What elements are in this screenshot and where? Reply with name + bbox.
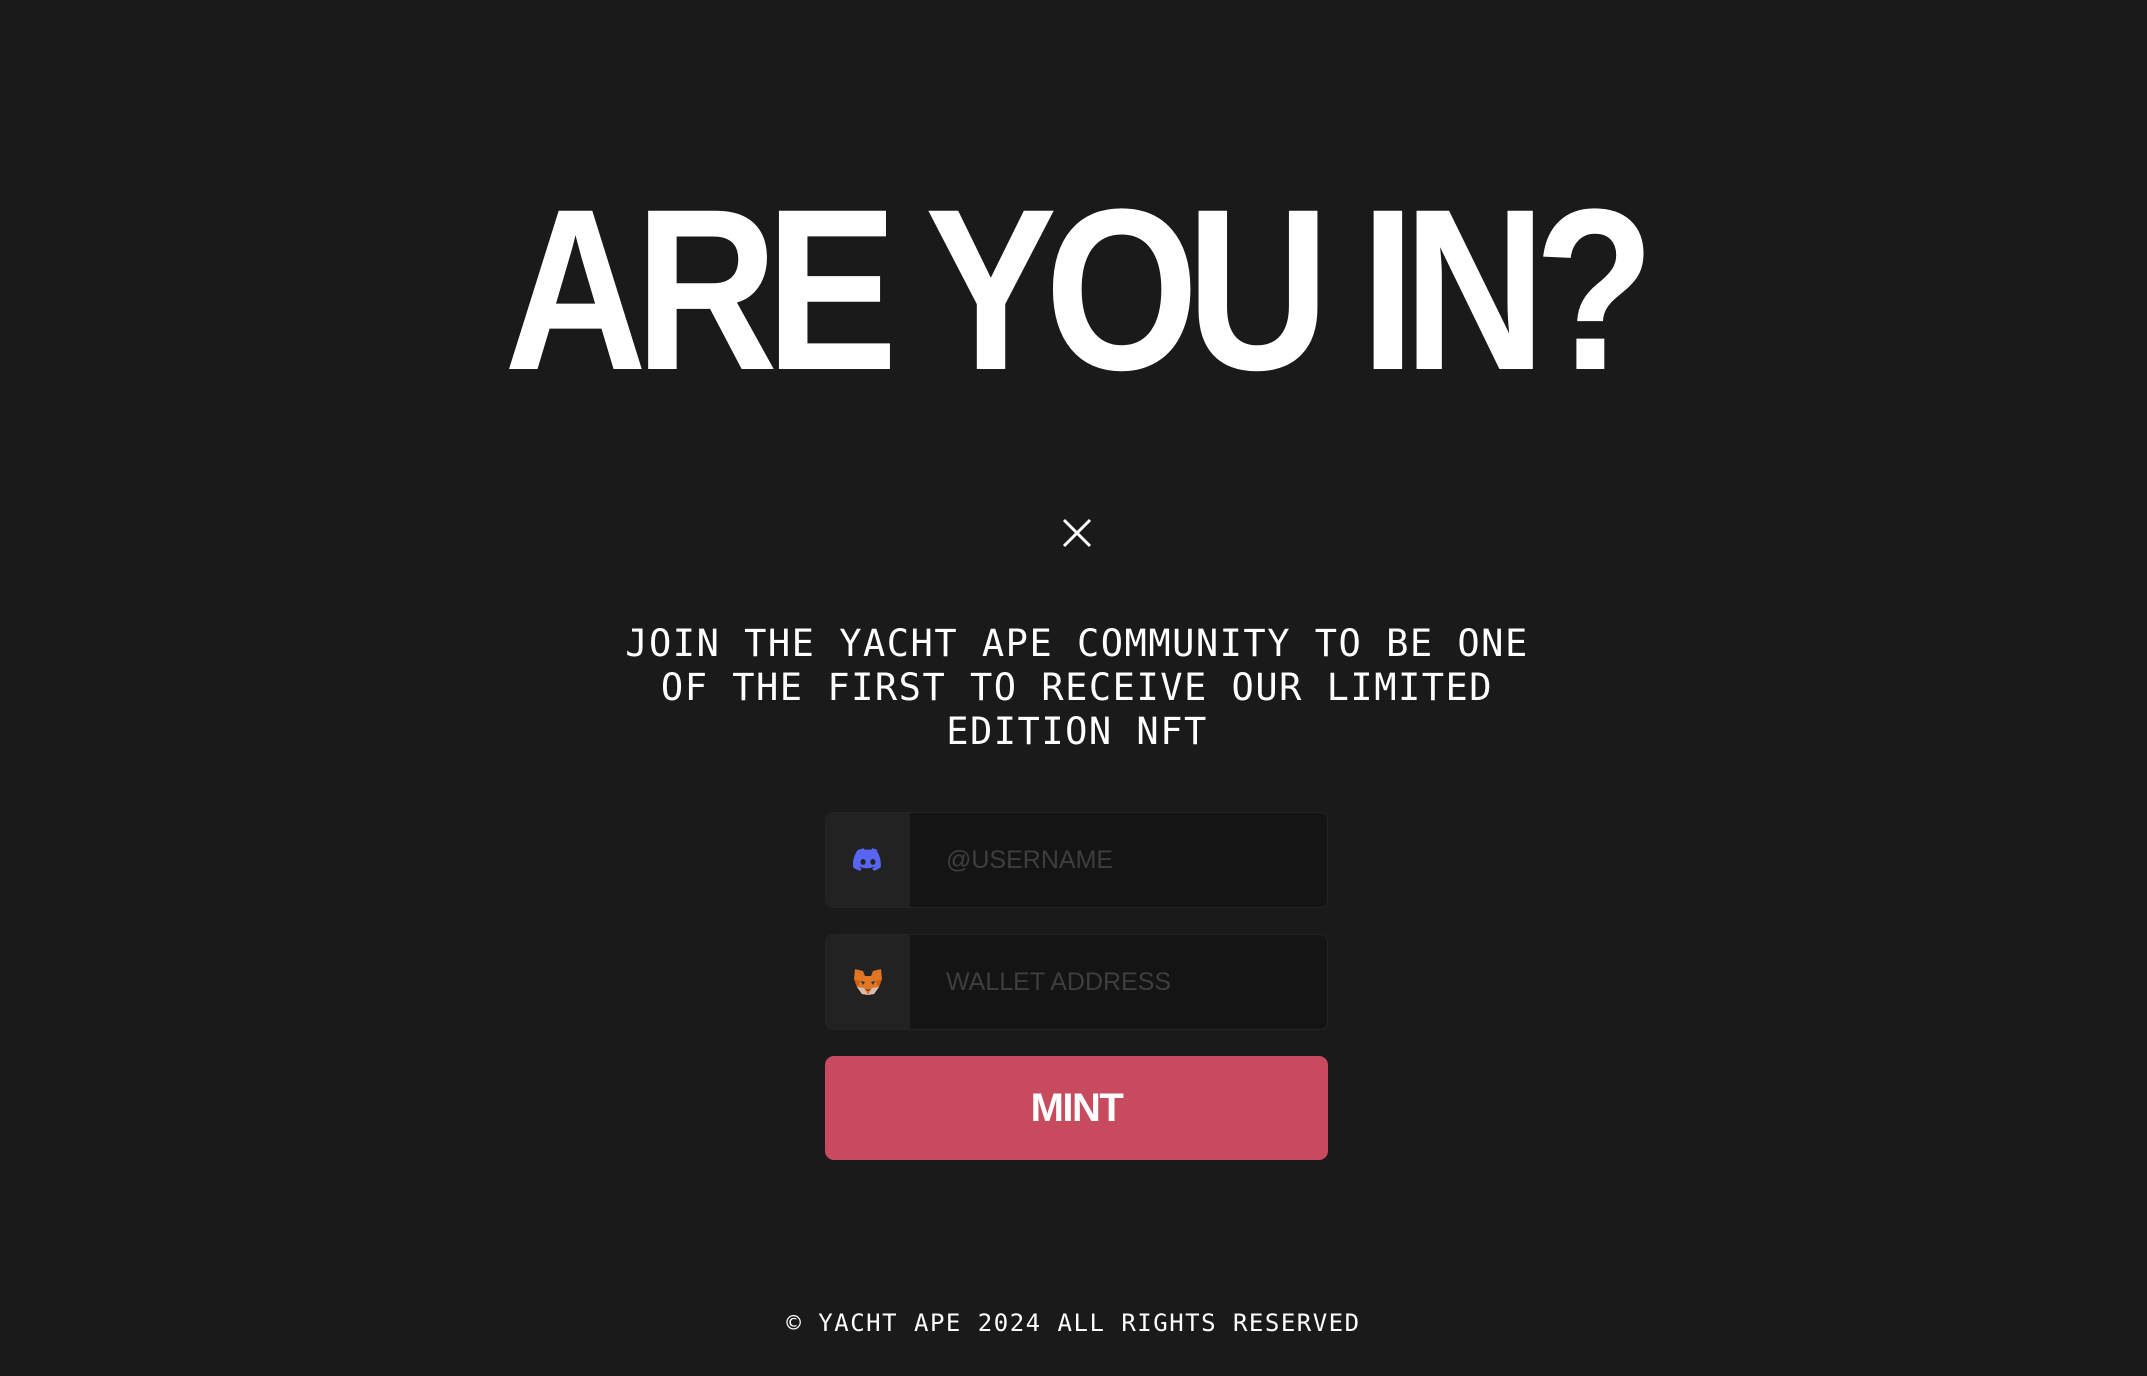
page-headline: ARE YOU IN? <box>504 161 1655 418</box>
discord-icon-container <box>826 813 910 907</box>
wallet-field <box>825 934 1328 1030</box>
metamask-icon-container <box>826 935 910 1029</box>
wallet-address-input[interactable] <box>910 935 1327 1029</box>
metamask-fox-icon <box>854 969 882 995</box>
discord-icon <box>853 848 881 871</box>
footer-copyright: © YACHT APE 2024 ALL RIGHTS RESERVED <box>786 1309 1361 1337</box>
username-field <box>825 812 1328 908</box>
tagline-text: JOIN THE YACHT APE COMMUNITY TO BE ONE O… <box>625 622 1529 753</box>
close-button[interactable] <box>1058 514 1096 552</box>
mint-button[interactable]: MINT <box>825 1056 1328 1160</box>
username-input[interactable] <box>910 813 1327 907</box>
close-icon <box>1062 518 1092 548</box>
